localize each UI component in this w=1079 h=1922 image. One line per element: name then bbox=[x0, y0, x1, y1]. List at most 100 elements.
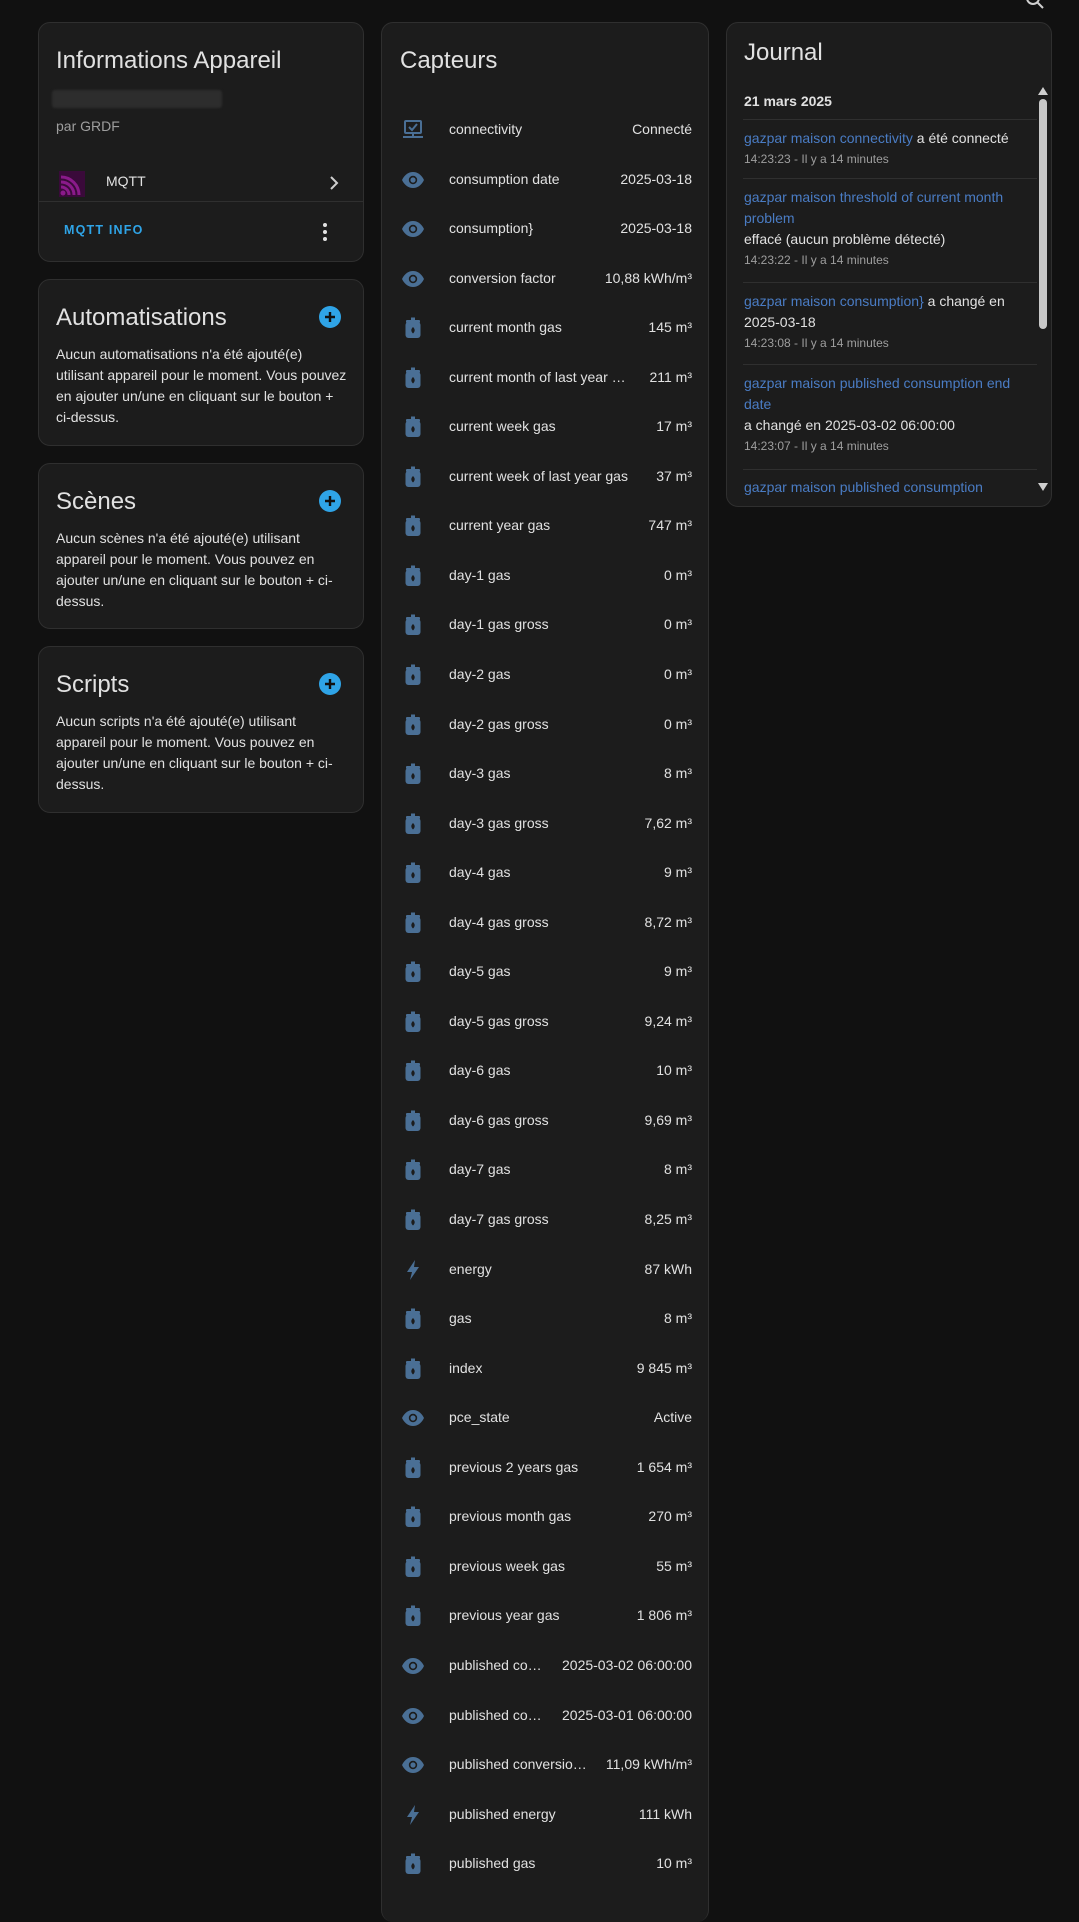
sensor-name: day-4 gas bbox=[449, 864, 511, 881]
logbook-message: a changé en 2025-03-02 06:00:00 bbox=[744, 417, 955, 433]
sensor-row[interactable]: day-4 gas 9 m³ bbox=[382, 854, 708, 904]
sensor-row[interactable]: day-5 gas gross 9,24 m³ bbox=[382, 1003, 708, 1053]
sensor-row[interactable]: pce_state Active bbox=[382, 1399, 708, 1449]
scroll-up-arrow-icon[interactable] bbox=[1038, 87, 1048, 95]
sensor-row[interactable]: previous year gas 1 806 m³ bbox=[382, 1597, 708, 1647]
sensor-row[interactable]: published energy 111 kWh bbox=[382, 1796, 708, 1846]
gas-cylinder-icon bbox=[401, 1555, 425, 1579]
sensor-row[interactable]: day-1 gas 0 m³ bbox=[382, 557, 708, 607]
sensor-row[interactable]: day-3 gas gross 7,62 m³ bbox=[382, 805, 708, 855]
sensor-value: 9,69 m³ bbox=[644, 1111, 692, 1128]
mqtt-info-button[interactable]: MQTT INFO bbox=[64, 223, 144, 237]
logbook-separator bbox=[743, 469, 1037, 470]
integration-row-mqtt[interactable]: MQTT bbox=[39, 160, 363, 205]
gas-cylinder-icon bbox=[401, 564, 425, 588]
gas-cylinder-icon bbox=[401, 1357, 425, 1381]
sensor-row[interactable]: day-1 gas gross 0 m³ bbox=[382, 606, 708, 656]
sensor-name: current year gas bbox=[449, 517, 551, 534]
device-info-card: Informations Appareil par GRDF MQTT MQTT… bbox=[38, 22, 364, 262]
sensor-row[interactable]: previous week gas 55 m³ bbox=[382, 1548, 708, 1598]
scenes-card: Scènes Aucun scènes n'a été ajouté(e) ut… bbox=[38, 463, 364, 629]
sensor-value: 0 m³ bbox=[664, 715, 692, 732]
add-automation-icon[interactable] bbox=[319, 306, 341, 328]
sensor-name: day-6 gas gross bbox=[449, 1111, 549, 1128]
sensor-row[interactable]: current week of last year gas 37 m³ bbox=[382, 458, 708, 508]
sensor-row[interactable]: day-7 gas 8 m³ bbox=[382, 1151, 708, 1201]
sensor-row[interactable]: current week gas 17 m³ bbox=[382, 408, 708, 458]
sensor-row[interactable]: current month of last year … 211 m³ bbox=[382, 359, 708, 409]
gas-cylinder-icon bbox=[401, 960, 425, 984]
sensor-row[interactable]: previous month gas 270 m³ bbox=[382, 1498, 708, 1548]
sensor-name: day-7 gas gross bbox=[449, 1211, 549, 1228]
sensor-name: gas bbox=[449, 1310, 472, 1327]
sensor-name: day-6 gas bbox=[449, 1062, 511, 1079]
sensor-row[interactable]: day-3 gas 8 m³ bbox=[382, 755, 708, 805]
logbook-date: 21 mars 2025 bbox=[744, 93, 832, 109]
sensor-value: 10 m³ bbox=[656, 1855, 692, 1872]
gas-cylinder-icon bbox=[401, 1109, 425, 1133]
scripts-title: Scripts bbox=[56, 671, 130, 698]
logbook-entity-link[interactable]: gazpar maison consumption} bbox=[744, 293, 924, 309]
logbook-entity-link[interactable]: gazpar maison threshold of current month… bbox=[744, 189, 1003, 226]
sensor-row[interactable]: published co… 2025-03-01 06:00:00 bbox=[382, 1697, 708, 1747]
sensor-value: 17 m³ bbox=[656, 418, 692, 435]
sensor-value: 145 m³ bbox=[648, 319, 692, 336]
logbook-title: Journal bbox=[744, 39, 823, 66]
sensor-row[interactable]: day-7 gas gross 8,25 m³ bbox=[382, 1201, 708, 1251]
sensor-row[interactable]: gas 8 m³ bbox=[382, 1300, 708, 1350]
sensor-row[interactable]: published co… 2025-03-02 06:00:00 bbox=[382, 1647, 708, 1697]
sensor-row[interactable]: current month gas 145 m³ bbox=[382, 309, 708, 359]
logbook-scrollbar-thumb[interactable] bbox=[1039, 99, 1047, 329]
scripts-card: Scripts Aucun scripts n'a été ajouté(e) … bbox=[38, 646, 364, 813]
sensor-row[interactable]: day-5 gas 9 m³ bbox=[382, 953, 708, 1003]
sensor-value: 2025-03-02 06:00:00 bbox=[562, 1656, 692, 1673]
sensor-name: previous 2 years gas bbox=[449, 1458, 579, 1475]
sensor-value: 10,88 kWh/m³ bbox=[604, 269, 692, 286]
search-icon[interactable] bbox=[1025, 0, 1045, 10]
logbook-entity-link[interactable]: gazpar maison published consumption bbox=[744, 479, 983, 495]
gas-cylinder-icon bbox=[401, 812, 425, 836]
sensor-row[interactable]: index 9 845 m³ bbox=[382, 1350, 708, 1400]
top-toolbar bbox=[1025, 0, 1045, 10]
sensor-row[interactable]: consumption date 2025-03-18 bbox=[382, 161, 708, 211]
sensor-value: 211 m³ bbox=[649, 368, 692, 385]
gas-cylinder-icon bbox=[401, 1010, 425, 1034]
logbook-time: 14:23:22 - Il y a 14 minutes bbox=[744, 253, 889, 267]
more-vertical-icon[interactable] bbox=[323, 223, 327, 241]
add-scene-icon[interactable] bbox=[319, 490, 341, 512]
sensor-row[interactable]: previous 2 years gas 1 654 m³ bbox=[382, 1449, 708, 1499]
sensor-value: 1 654 m³ bbox=[636, 1458, 692, 1475]
sensor-name: energy bbox=[449, 1260, 492, 1277]
logbook-time: 14:23:23 - Il y a 14 minutes bbox=[744, 152, 889, 166]
sensor-row[interactable]: energy 87 kWh bbox=[382, 1251, 708, 1301]
sensor-row[interactable]: consumption} 2025-03-18 bbox=[382, 210, 708, 260]
logbook-separator bbox=[743, 119, 1037, 120]
sensor-row[interactable]: published conversio… 11,09 kWh/m³ bbox=[382, 1746, 708, 1796]
sensor-row[interactable]: day-2 gas gross 0 m³ bbox=[382, 706, 708, 756]
sensor-row[interactable]: day-6 gas gross 9,69 m³ bbox=[382, 1102, 708, 1152]
sensor-row[interactable]: day-2 gas 0 m³ bbox=[382, 656, 708, 706]
sensor-value: 7,62 m³ bbox=[644, 814, 692, 831]
gas-cylinder-icon bbox=[401, 1852, 425, 1876]
scroll-down-arrow-icon[interactable] bbox=[1038, 483, 1048, 491]
sensor-value: 11,09 kWh/m³ bbox=[605, 1756, 692, 1773]
logbook-entity-link[interactable]: gazpar maison published consumption end … bbox=[744, 375, 1010, 412]
sensors-card: Capteurs connectivity Connecté consumption… bbox=[381, 22, 709, 1922]
add-script-icon[interactable] bbox=[319, 673, 341, 695]
sensor-name: previous week gas bbox=[449, 1557, 565, 1574]
sensor-row[interactable]: day-4 gas gross 8,72 m³ bbox=[382, 904, 708, 954]
sensor-value: 55 m³ bbox=[656, 1557, 692, 1574]
gas-cylinder-icon bbox=[401, 316, 425, 340]
sensor-row[interactable]: day-6 gas 10 m³ bbox=[382, 1052, 708, 1102]
sensor-name: day-5 gas gross bbox=[449, 1012, 549, 1029]
gas-cylinder-icon bbox=[401, 465, 425, 489]
logbook-entity-link[interactable]: gazpar maison connectivity bbox=[744, 130, 913, 146]
sensor-value: 8,72 m³ bbox=[644, 913, 692, 930]
sensor-row[interactable]: conversion factor 10,88 kWh/m³ bbox=[382, 260, 708, 310]
sensor-row[interactable]: connectivity Connecté bbox=[382, 111, 708, 161]
sensor-row[interactable]: current year gas 747 m³ bbox=[382, 507, 708, 557]
sensor-value: 9,24 m³ bbox=[644, 1012, 692, 1029]
gas-cylinder-icon bbox=[401, 663, 425, 687]
sensor-name: day-4 gas gross bbox=[449, 913, 549, 930]
eye-icon bbox=[401, 1654, 425, 1678]
